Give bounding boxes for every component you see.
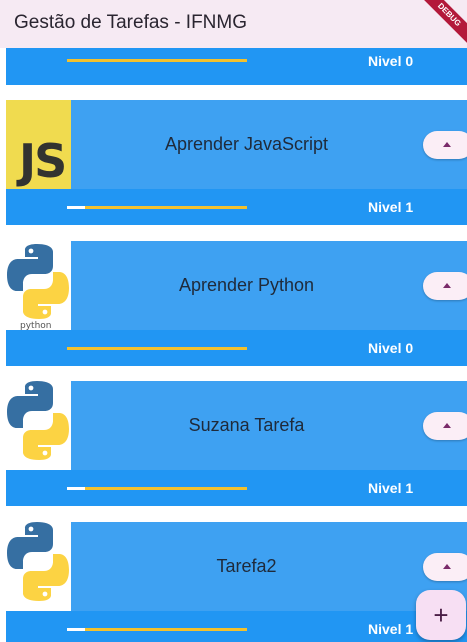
arrow-up-icon [443,283,451,288]
python-logo [7,522,69,601]
task-name: Tarefa2 [216,556,277,576]
level-label: Nivel 1 [368,480,414,496]
add-task-button[interactable]: + [416,590,466,640]
progress-bar [67,628,247,631]
progress-fill [67,628,85,631]
task-card: JS Aprender JavaScript Nivel 1 [6,100,467,225]
task-image [6,522,71,611]
level-up-button[interactable] [423,131,467,159]
svg-text:python: python [20,321,51,330]
task-image: JS [6,100,71,189]
task-image: python [6,241,71,330]
debug-banner: DEBUG [415,0,467,49]
app-screen: Gestão de Tarefas - IFNMG DEBUG Nivel 0 … [0,0,467,642]
task-name: Aprender JavaScript [164,134,329,154]
task-name: Suzana Tarefa [188,415,305,435]
level-up-button[interactable] [423,272,467,300]
arrow-up-icon [443,423,451,428]
level-label: Nivel 0 [368,340,414,356]
javascript-logo: JS [6,100,71,189]
task-card: Tarefa2 Nivel 1 [6,522,467,642]
progress-fill [67,487,85,490]
level-up-button[interactable] [423,553,467,581]
task-image [6,381,71,470]
add-icon: + [433,600,449,630]
task-card-partial: Nivel 0 [6,48,467,85]
task-card: python Aprender Python Nivel 0 [6,241,467,366]
arrow-up-icon [443,142,451,147]
progress-bar [67,206,247,209]
python-logo: python [7,244,69,330]
python-logo [7,381,69,460]
level-up-button[interactable] [423,412,467,440]
level-label: Nivel 0 [368,53,414,69]
app-bar: Gestão de Tarefas - IFNMG DEBUG [0,0,467,49]
arrow-up-icon [443,564,451,569]
level-label: Nivel 1 [368,621,414,637]
task-card: Suzana Tarefa Nivel 1 [6,381,467,506]
task-name: Aprender Python [178,275,315,295]
page-title: Gestão de Tarefas - IFNMG [14,12,248,33]
progress-bar [67,347,247,350]
level-label: Nivel 1 [368,199,414,215]
progress-bar [67,487,247,490]
progress-fill [67,206,85,209]
progress-bar [67,59,247,62]
